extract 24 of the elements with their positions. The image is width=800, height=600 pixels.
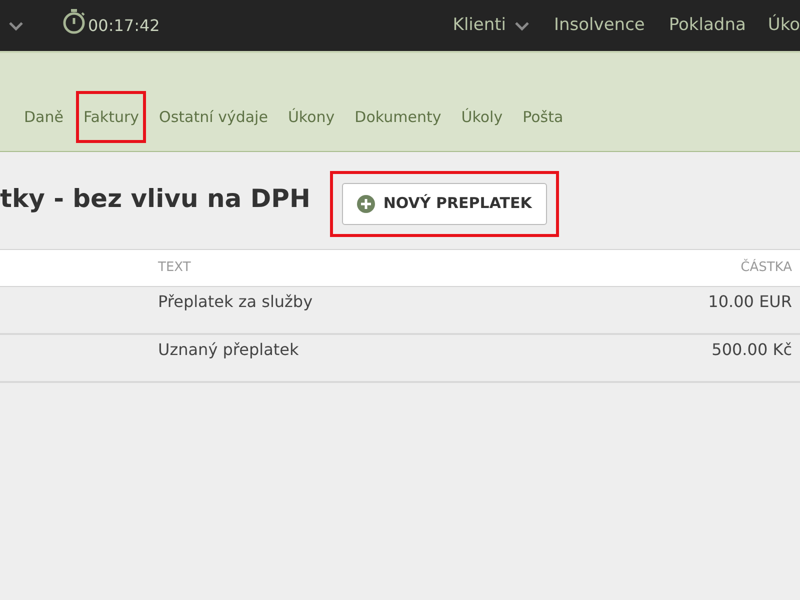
nav-link[interactable]: Pokladna [656, 12, 758, 38]
timer-text: 00:17:42 [88, 14, 160, 36]
column-header: TEXT [158, 259, 191, 278]
page-heading: tky - bez vlivu na DPH [0, 182, 310, 215]
tab[interactable]: Pošta [516, 90, 570, 143]
table-cell-text: 10.00 EUR [708, 291, 792, 313]
column-header: ČÁSTKA [740, 258, 792, 278]
tab[interactable]: Daně [17, 90, 70, 143]
table-cell-text: Přeplatek za služby [158, 291, 313, 313]
new-overpayment-button[interactable]: NOVÝ PREPLATEK [342, 182, 547, 224]
tab[interactable]: Úkony [280, 90, 342, 143]
tab[interactable]: Ostatní výdaje [152, 90, 275, 143]
chevron-down-icon[interactable] [8, 20, 24, 30]
tab[interactable]: Faktury [76, 90, 146, 143]
chevron-down-icon [514, 20, 530, 30]
nav-link[interactable]: Úko [758, 12, 800, 38]
tab[interactable]: Dokumenty [348, 90, 448, 143]
nav-link[interactable]: Insolvence [542, 12, 657, 38]
stopwatch-icon [62, 8, 86, 34]
table-cell-text: 500.00 Kč [712, 339, 792, 361]
table-cell-text: Uznaný přeplatek [158, 339, 299, 361]
plus-circle-icon [357, 194, 376, 212]
tab[interactable]: Úkoly [454, 90, 510, 143]
nav-link[interactable]: Klienti [440, 12, 542, 38]
